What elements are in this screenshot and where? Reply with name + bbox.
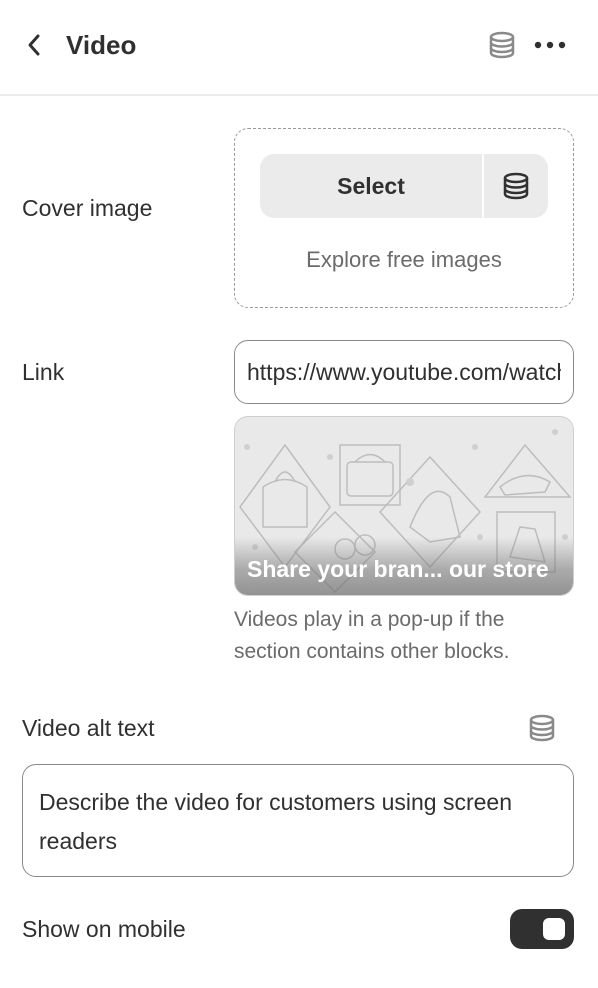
show-on-mobile-toggle[interactable] <box>510 909 574 949</box>
select-button-group: Select <box>260 154 548 218</box>
toggle-knob <box>543 918 565 940</box>
video-alt-text-input[interactable]: Describe the video for customers using s… <box>22 764 574 877</box>
explore-free-images-link[interactable]: Explore free images <box>235 247 573 273</box>
database-icon <box>529 714 555 742</box>
chevron-left-icon <box>28 34 40 56</box>
video-preview-thumbnail[interactable]: Share your bran... our store <box>234 416 574 596</box>
page-title: Video <box>66 30 137 60</box>
preview-caption: Share your bran... our store <box>247 556 549 582</box>
link-input[interactable] <box>234 340 574 404</box>
more-actions-button[interactable] <box>530 28 570 62</box>
video-help-text: Videos play in a pop-up if the section c… <box>234 608 510 663</box>
database-icon <box>503 172 529 200</box>
cover-image-picker: Select Explore free images <box>234 128 574 308</box>
ellipsis-horizontal-icon <box>534 41 566 49</box>
database-icon <box>489 31 515 59</box>
back-button[interactable] <box>18 28 50 62</box>
connect-alt-text-source-button[interactable] <box>524 712 560 744</box>
connect-dynamic-source-button[interactable] <box>484 28 520 62</box>
link-label: Link <box>22 359 65 385</box>
select-image-button[interactable]: Select <box>260 154 482 218</box>
show-on-mobile-label: Show on mobile <box>22 916 186 942</box>
connect-image-source-button[interactable] <box>484 154 548 218</box>
video-alt-text-label: Video alt text <box>22 715 155 741</box>
header-bar: Video <box>0 0 598 96</box>
cover-image-label: Cover image <box>22 195 153 221</box>
